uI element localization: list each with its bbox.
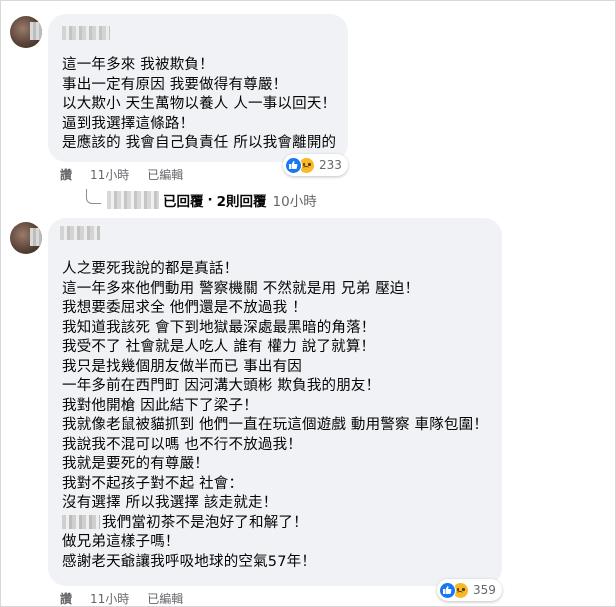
author-name-redacted[interactable] xyxy=(62,26,110,40)
comment-line: 我受不了 社會就是人吃人 誰有 權力 說了就算！ xyxy=(62,339,376,355)
comment-line: 這一年多來他們動用 警察機關 不然就是用 兄弟 壓迫！ xyxy=(62,280,420,297)
comment-text: 這一年多來 我被欺負！ 事出一定有原因 我要做得有尊嚴！ 以大欺小 天生萬物以養… xyxy=(62,56,336,154)
reply-arrow-icon xyxy=(86,188,101,204)
timestamp[interactable]: 11小時 xyxy=(90,590,129,607)
reply-time: 10小時 xyxy=(272,194,317,210)
comment-line: 我知道我該死 會下到地獄最深處最黑暗的角落！ xyxy=(62,319,376,336)
comment-line: 我就像老鼠被貓抓到 他們一直在玩這個遊戲 動用警察 車隊包圍！ xyxy=(62,417,489,433)
comment-actions: 讚 11小時 已編輯 xyxy=(60,590,201,607)
view-replies-link[interactable]: 已回覆 · 2則回覆 10小時 xyxy=(86,188,317,210)
comment-bubble: 這一年多來 我被欺負！ 事出一定有原因 我要做得有尊嚴！ 以大欺小 天生萬物以養… xyxy=(48,14,348,162)
comment-line: 我想要委屈求全 他們還是不放過我 ！ xyxy=(62,300,307,316)
comment-line: 逼到我選擇這條路！ xyxy=(62,115,195,132)
like-icon xyxy=(439,581,456,599)
reply-prefix: 已回覆 xyxy=(163,194,204,210)
comment-line: 沒有選擇 所以我選擇 該走就走！ xyxy=(62,495,278,511)
like-button[interactable]: 讚 xyxy=(60,590,72,607)
reply-separator: · xyxy=(207,192,213,208)
comment-line: 這一年多來 我被欺負！ xyxy=(62,57,214,73)
timestamp[interactable]: 11小時 xyxy=(90,166,129,183)
comment-line: 我對不起孩子對不起 社會： xyxy=(62,475,244,492)
edited-label: 已編輯 xyxy=(147,168,184,182)
comment-line: 以大欺小 天生萬物以養人 人一事以回天！ xyxy=(62,96,337,112)
edited-label: 已編輯 xyxy=(147,592,184,606)
comment-line: 我說我不混可以嗎 也不行不放過我！ xyxy=(62,436,303,453)
comment-line: 是應該的 我會自己負責任 所以我會離開的 xyxy=(62,135,337,151)
reaction-count: 359 xyxy=(473,583,496,597)
like-button[interactable]: 讚 xyxy=(60,166,72,183)
author-name-redacted[interactable] xyxy=(60,226,100,240)
comment-line: 我只是找幾個朋友做半而已 事出有因 xyxy=(62,358,303,375)
comment-text: 人之要死我說的都是真話！ 這一年多來他們動用 警察機關 不然就是用 兄弟 壓迫！… xyxy=(62,260,488,572)
comment-line: 事出一定有原因 我要做得有尊嚴！ xyxy=(62,76,288,93)
comment-line-text: 我們當初茶不是泡好了和解了！ xyxy=(102,514,308,531)
comment-line: 做兄弟這樣子嗎！ xyxy=(62,534,180,550)
comment-line: 我就是要死的有尊嚴！ xyxy=(62,456,209,472)
reaction-count: 233 xyxy=(319,158,342,172)
commenter-avatar[interactable] xyxy=(10,16,42,48)
reply-avatars-redacted xyxy=(107,191,159,209)
comment-actions: 讚 11小時 已編輯 xyxy=(60,166,201,183)
like-icon xyxy=(285,156,302,174)
commenter-avatar[interactable] xyxy=(10,222,42,254)
comment-line: 我們當初茶不是泡好了和解了！ xyxy=(62,514,488,534)
reply-count: 2則回覆 xyxy=(216,194,267,210)
redacted-name xyxy=(62,514,100,529)
comment-bubble: 人之要死我說的都是真話！ 這一年多來他們動用 警察機關 不然就是用 兄弟 壓迫！… xyxy=(48,218,502,586)
comment-line: 人之要死我說的都是真話！ xyxy=(62,261,239,277)
comment-line: 感謝老天爺讓我呼吸地球的空氣57年！ xyxy=(62,553,317,570)
comment-line: 一年多前在西門町 因河溝大頭彬 欺負我的朋友！ xyxy=(62,378,381,394)
reaction-summary[interactable]: 359 xyxy=(437,579,502,601)
comment-line: 我對他開槍 因此結下了梁子！ xyxy=(62,397,258,414)
reaction-summary[interactable]: 233 xyxy=(283,154,348,176)
